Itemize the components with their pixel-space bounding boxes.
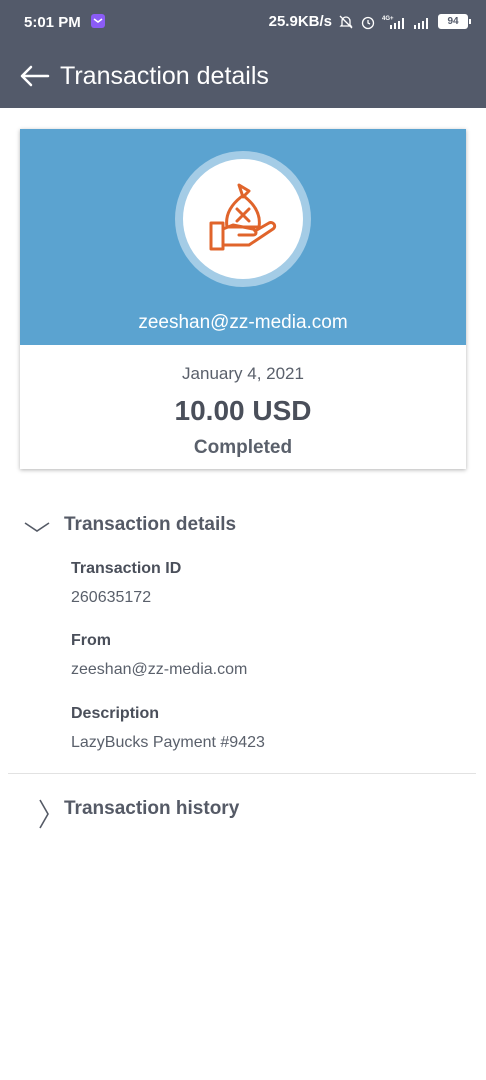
transaction-history-header[interactable]: Transaction history: [0, 790, 486, 830]
transaction-details-header[interactable]: Transaction details: [0, 506, 486, 546]
page-title: Transaction details: [60, 62, 269, 90]
transaction-date: January 4, 2021: [182, 364, 304, 383]
svg-text:4G+: 4G+: [382, 16, 394, 22]
description-value: LazyBucks Payment #9423: [71, 734, 265, 751]
back-arrow-icon[interactable]: [18, 64, 50, 88]
transaction-amount: 10.00 USD: [174, 395, 312, 426]
mute-icon: [339, 15, 353, 28]
chevron-down-icon: [24, 522, 50, 532]
signal-4g-icon: 4G+: [382, 16, 404, 29]
transaction-id-label: Transaction ID: [71, 560, 182, 577]
signal-icon: [414, 17, 428, 29]
avatar: [183, 159, 303, 279]
title-bar: Transaction details: [0, 52, 486, 102]
card-banner: zeeshan@zz-media.com: [20, 129, 466, 345]
card-email: zeeshan@zz-media.com: [138, 312, 348, 333]
status-bar: 5:01 PM 25.9KB/s 4G+ 94: [0, 0, 486, 44]
transaction-id-value: 260635172: [71, 589, 152, 606]
avatar-ring: [175, 151, 311, 287]
money-bag-hand-icon: [209, 183, 277, 251]
status-text: Completed: [193, 437, 293, 458]
divider: [8, 773, 476, 774]
transaction-history-label: Transaction history: [64, 798, 240, 819]
message-icon: [91, 14, 105, 28]
from-label: From: [71, 632, 111, 649]
app-bar: 5:01 PM 25.9KB/s 4G+ 94 Transaction deta…: [0, 0, 486, 108]
from-value: zeeshan@zz-media.com: [71, 661, 248, 678]
status-right: 25.9KB/s 4G+ 94: [268, 13, 471, 30]
status-time: 5:01 PM: [24, 14, 81, 31]
chevron-right-icon: [39, 799, 49, 829]
network-speed: 25.9KB/s: [268, 13, 332, 30]
description-label: Description: [71, 705, 160, 722]
battery-icon: 94: [438, 14, 471, 29]
alarm-icon: [361, 16, 375, 29]
transaction-card: zeeshan@zz-media.com January 4, 2021 10.…: [20, 129, 466, 469]
transaction-details-label: Transaction details: [64, 514, 237, 535]
